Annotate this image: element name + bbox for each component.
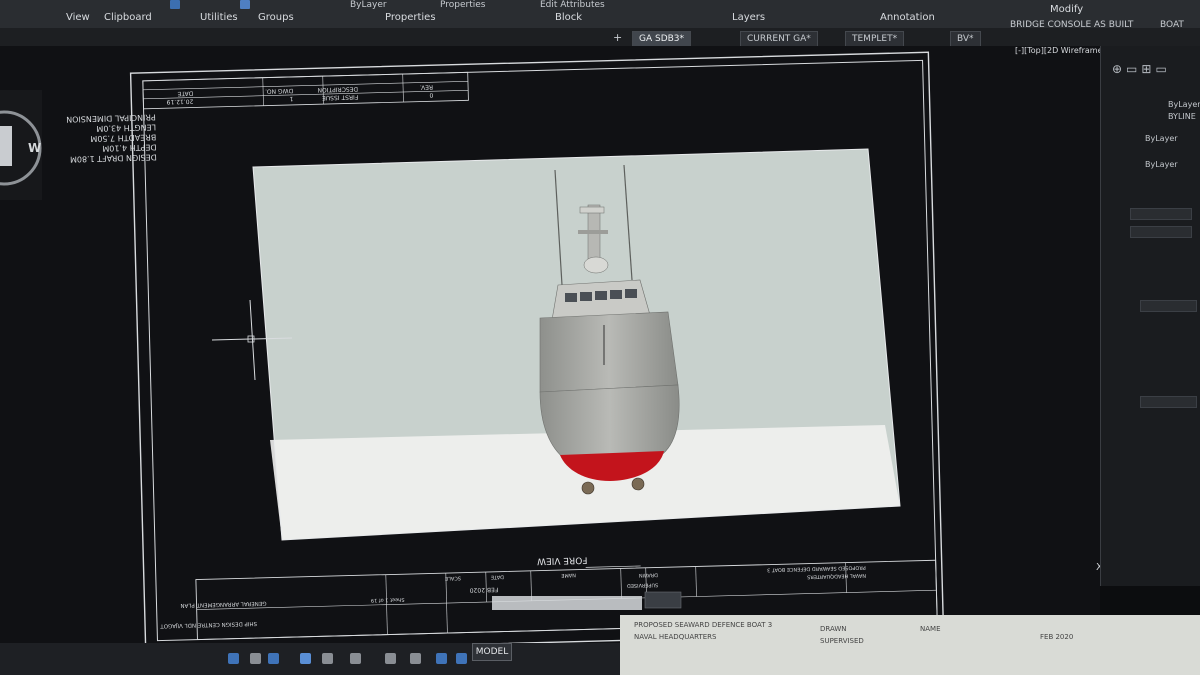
lineweight-icon[interactable]: [385, 653, 396, 664]
dimension-draft: DESIGN DRAFT 1.80M: [70, 152, 157, 163]
fore-view-title: FORE VIEW: [537, 554, 588, 565]
dynamic-input-box[interactable]: [492, 596, 642, 610]
grid-icon[interactable]: [250, 653, 261, 664]
selection-cycling-icon[interactable]: [436, 653, 447, 664]
palette-toolbar-icons[interactable]: ⊕▭⊞▭: [1112, 62, 1171, 76]
viewcube-area[interactable]: W: [0, 90, 42, 230]
grid-display-icon[interactable]: [456, 653, 467, 664]
rev-head-dwg: DWG NO.: [265, 87, 293, 95]
tb-project: PROPOSED SEAWARD DEFENCE BOAT 3: [767, 564, 866, 573]
revision-table: REV. DESCRIPTION DWG NO. DATE 0 FIRST IS…: [142, 71, 469, 110]
rev-row-dwg: 1: [289, 95, 293, 102]
principal-dimensions: PRINCIPAL DIMENSION LENGTH 43.0M BREADTH…: [66, 113, 157, 164]
tb-drawn: DRAWN: [639, 572, 658, 579]
svg-text:W: W: [28, 141, 41, 155]
drawing-canvas[interactable]: REV. DESCRIPTION DWG NO. DATE 0 FIRST IS…: [0, 0, 1200, 675]
polar-icon[interactable]: [300, 653, 311, 664]
palette-field-3[interactable]: [1140, 300, 1197, 312]
fore-view-render: [252, 148, 901, 541]
snap-icon[interactable]: [228, 653, 239, 664]
tb-drawing-title: GENERAL ARRANGEMENT PLAN: [180, 600, 266, 608]
tb-date: FEB 2020: [469, 586, 498, 594]
palette-field-1[interactable]: [1130, 208, 1192, 220]
osnap-icon[interactable]: [322, 653, 333, 664]
sheet-client: NAVAL HEADQUARTERS: [634, 633, 717, 641]
dimension-depth: DEPTH 4.10M: [102, 142, 157, 152]
otrack-icon[interactable]: [350, 653, 361, 664]
model-space-button[interactable]: MODEL: [472, 643, 512, 661]
palette-row-bylayer-1[interactable]: ByLayer: [1168, 100, 1200, 109]
sheet-project: PROPOSED SEAWARD DEFENCE BOAT 3: [634, 621, 773, 629]
rev-row-date: 20.12.19: [166, 98, 193, 106]
rev-row-description: FIRST ISSUE: [322, 93, 359, 101]
tb-name-head: NAME: [561, 572, 576, 578]
palette-row-bylayer-3[interactable]: ByLayer: [1145, 160, 1178, 169]
dynamic-input-arrow[interactable]: [644, 591, 682, 609]
transparency-icon[interactable]: [410, 653, 421, 664]
palette-row-byline[interactable]: BYLINE: [1168, 112, 1196, 121]
palette-field-4[interactable]: [1140, 396, 1197, 408]
dimension-length: LENGTH 43.0M: [96, 122, 156, 133]
rev-head-rev: REV.: [420, 83, 433, 90]
palette-row-bylayer-2[interactable]: ByLayer: [1145, 134, 1178, 143]
dimension-breadth: BREADTH 7.50M: [90, 132, 156, 143]
dimension-heading: PRINCIPAL DIMENSION: [66, 113, 156, 124]
sheet-supervised: SUPERVISED: [820, 637, 864, 645]
properties-palette: [1100, 46, 1200, 586]
tb-sheet: Sheet 1 of 19: [371, 596, 405, 603]
tb-supervised: SUPERVISED: [627, 582, 659, 589]
sheet-date: FEB 2020: [1040, 633, 1074, 641]
viewcube-face-icon: [0, 126, 12, 166]
printed-drawing-sheet: PROPOSED SEAWARD DEFENCE BOAT 3 NAVAL HE…: [620, 615, 1200, 675]
rev-head-description: DESCRIPTION: [317, 85, 358, 93]
sheet-drawn: DRAWN: [820, 625, 847, 633]
tb-date-label: DATE: [491, 574, 504, 580]
tb-scale-label: SCALE: [445, 575, 461, 581]
palette-field-2[interactable]: [1130, 226, 1192, 238]
sheet-name-head: NAME: [920, 625, 941, 633]
rev-head-date: DATE: [177, 90, 193, 97]
tb-client: NAVAL HEADQUARTERS: [807, 572, 866, 580]
rev-row-rev: 0: [429, 91, 433, 98]
ortho-icon[interactable]: [268, 653, 279, 664]
tb-designer: SHIP DESIGN CENTRE NDL VIJAGOT: [160, 620, 258, 629]
